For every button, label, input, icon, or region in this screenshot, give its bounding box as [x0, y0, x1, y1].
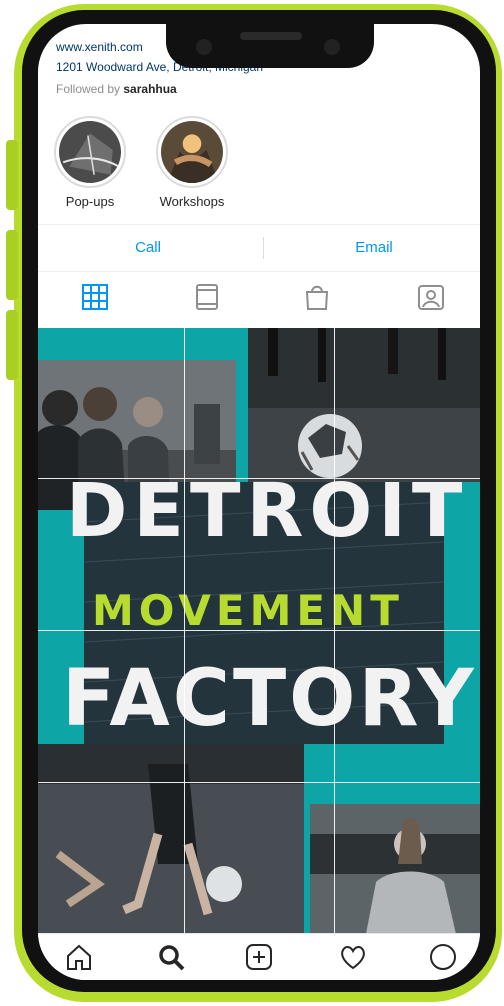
poster-line-detroit: DETROIT: [66, 468, 469, 554]
photo-soccer-ball: [248, 328, 480, 482]
tagged-icon[interactable]: [416, 282, 446, 312]
photo-person-hoodie: [310, 804, 480, 934]
volume-down-button: [6, 230, 18, 300]
shop-icon[interactable]: [302, 282, 332, 312]
grid-divider: [38, 478, 480, 479]
highlight-ring: [54, 116, 126, 188]
highlight-label: Pop-ups: [65, 194, 115, 209]
poster-line-factory: FACTORY: [62, 654, 477, 744]
highlight-workshops[interactable]: Workshops: [154, 116, 230, 209]
heart-icon[interactable]: [338, 942, 368, 972]
notch: [166, 24, 374, 68]
email-button[interactable]: Email: [264, 225, 480, 271]
website-link[interactable]: www.xenith.com: [56, 40, 143, 54]
highlight-workshops-image: [161, 121, 223, 183]
poster-line-movement: MOVEMENT: [92, 586, 404, 635]
add-icon[interactable]: [244, 942, 274, 972]
followed-prefix: Followed by: [56, 82, 121, 96]
post-grid[interactable]: DETROIT MOVEMENT FACTORY: [38, 328, 480, 934]
highlight-label: Workshops: [159, 194, 225, 209]
grid-divider: [334, 328, 335, 934]
followed-by: Followed by sarahhua: [56, 82, 177, 96]
volume-up-button: [6, 140, 18, 210]
highlight-popups[interactable]: Pop-ups: [52, 116, 128, 209]
grid-divider: [184, 328, 185, 934]
contact-actions: Call Email: [38, 224, 480, 272]
profile-icon[interactable]: [428, 942, 458, 972]
grid-divider: [38, 782, 480, 783]
photo-feet-ball: [38, 744, 304, 934]
grid-divider: [38, 630, 480, 631]
profile-tabs: [38, 272, 480, 324]
call-button[interactable]: Call: [38, 225, 258, 271]
highlight-ring: [156, 116, 228, 188]
search-icon[interactable]: [156, 942, 186, 972]
side-button: [6, 310, 18, 380]
bottom-nav: [38, 933, 480, 980]
home-icon[interactable]: [64, 942, 94, 972]
grid-icon[interactable]: [80, 282, 110, 312]
instagram-screen: www.xenith.com 1201 Woodward Ave, Detroi…: [38, 24, 480, 980]
highlight-popups-image: [59, 121, 121, 183]
followed-user[interactable]: sarahhua: [123, 82, 176, 96]
igtv-icon[interactable]: [192, 282, 222, 312]
